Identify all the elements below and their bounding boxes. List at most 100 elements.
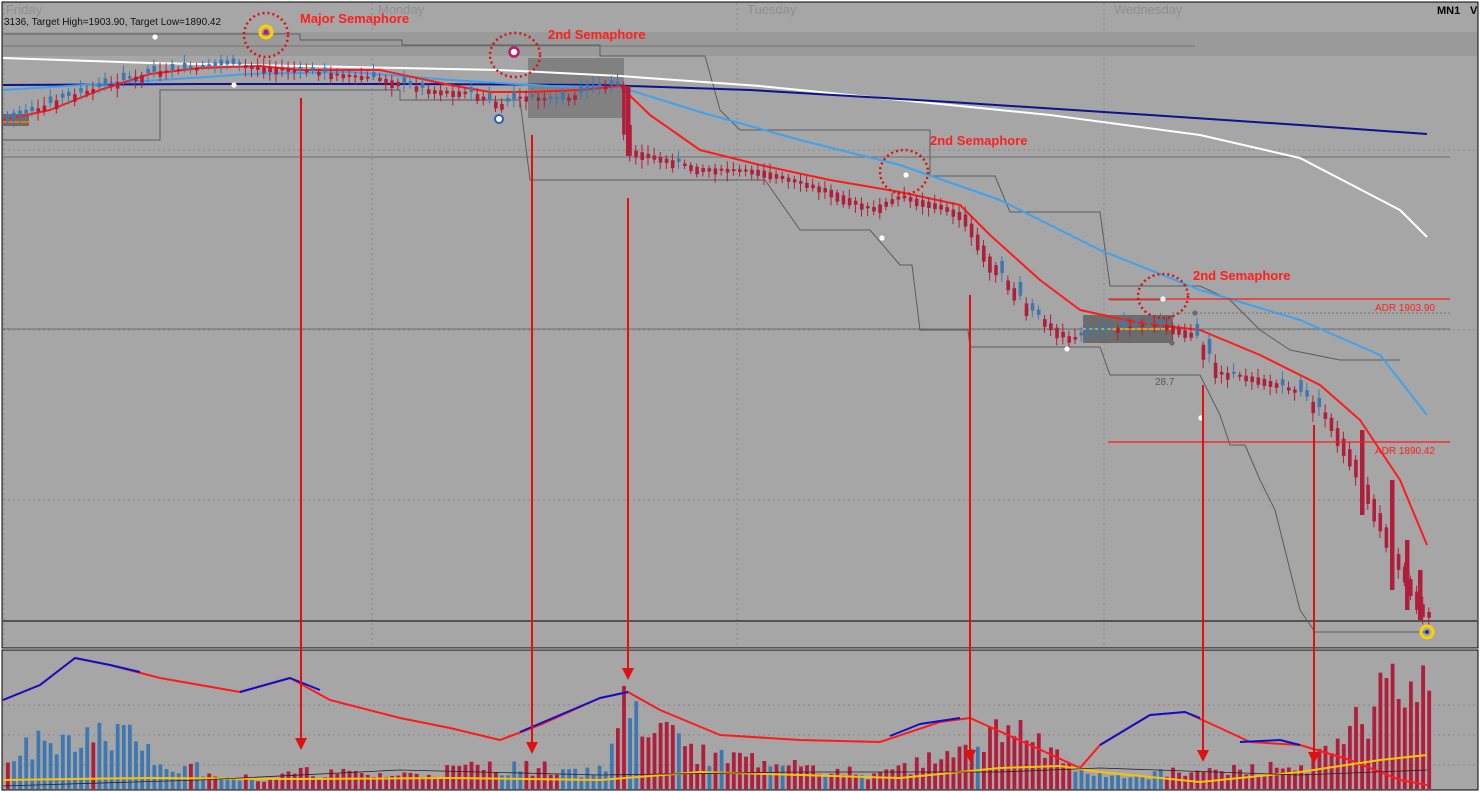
candle-body-701: [701, 168, 705, 172]
volume-bar-476: [475, 764, 480, 789]
candle-body-952: [951, 209, 956, 217]
candle-body-647: [646, 153, 651, 159]
candle-body-848: [847, 198, 852, 206]
candle-body-6: [6, 115, 10, 122]
candle-body-177: [176, 69, 181, 72]
volume-bar-171: [170, 771, 175, 789]
candle-body-1043: [1043, 319, 1047, 327]
candle-body-640: [640, 152, 644, 160]
volume-bar-1403: [1402, 707, 1407, 789]
volume-bar-1025: [1024, 740, 1029, 789]
volume-bar-6: [6, 762, 10, 789]
volume-bar-531: [530, 775, 535, 789]
volume-bar-775: [774, 764, 779, 789]
candle-body-903: [902, 195, 907, 199]
chart-canvas[interactable]: Friday Monday Tuesday Wednesday 3136, Ta…: [0, 0, 1480, 792]
candle-body-1232: [1232, 371, 1236, 374]
candle-body-1427: [1427, 612, 1431, 618]
candle-body-500: [500, 103, 504, 110]
candle-body-720: [719, 168, 724, 171]
candle-body-470: [469, 87, 474, 92]
candle-body-348: [347, 74, 352, 77]
candle-body-256: [256, 66, 260, 70]
volume-bar-848: [847, 766, 852, 789]
volume-bar-708: [707, 766, 712, 789]
timeframe-label: MN1: [1437, 5, 1460, 17]
volume-bar-525: [524, 760, 529, 789]
candle-body-287: [286, 68, 291, 72]
candle-body-104: [103, 78, 108, 86]
candle-body-781: [780, 175, 785, 180]
candle-body-610: [609, 80, 614, 86]
candle-body-1378: [1378, 513, 1383, 532]
candle-body-372: [372, 72, 376, 78]
candle-body-1037: [1036, 309, 1041, 315]
volume-bar-1354: [1354, 706, 1358, 789]
candle-body-1348: [1348, 449, 1352, 467]
candle-body-1269: [1268, 381, 1273, 387]
candle-body-537: [536, 97, 541, 101]
candle-body-244: [243, 65, 248, 69]
volume-bar-244: [243, 774, 248, 789]
candle-body-830: [829, 189, 834, 198]
volume-bar-647: [646, 737, 651, 789]
volume-bar-488: [487, 761, 492, 789]
volume-bar-1055: [1055, 749, 1059, 789]
volume-bar-634: [634, 701, 639, 789]
candle-body-915: [914, 198, 919, 207]
candle-body-384: [384, 79, 388, 84]
candle-body-982: [982, 245, 986, 262]
candle-body-1122: [1122, 320, 1126, 328]
candle-body-476: [475, 94, 480, 101]
candle-body-146: [146, 68, 150, 74]
candle-body-976: [975, 234, 980, 251]
candle-body-433: [433, 90, 437, 94]
candle-body-43: [42, 105, 47, 112]
candle-body-970: [969, 223, 974, 238]
candle-body-189: [189, 66, 193, 69]
volume-bar-49: [48, 743, 53, 789]
candle-body-1019: [1018, 281, 1023, 296]
volume-bar-238: [237, 780, 242, 789]
candle-body-366: [365, 76, 370, 79]
volume-bar-268: [268, 779, 273, 789]
zone-top-band: [3, 32, 1477, 56]
candle-body-409: [408, 80, 413, 85]
candle-body-665: [664, 158, 669, 163]
volume-bar-1208: [1207, 768, 1212, 789]
candle-body-586: [585, 84, 590, 92]
candle-body-506: [506, 97, 510, 102]
candle-body-1202: [1201, 344, 1206, 360]
volume-bar-1281: [1280, 768, 1285, 789]
candle-body-525: [524, 96, 529, 102]
candle-body-634: [634, 150, 638, 158]
volume-bar-1019: [1018, 720, 1023, 789]
candle-body-1165: [1165, 325, 1169, 331]
semaphore-major-core: [263, 29, 269, 35]
adr-high-label: ADR 1903.90: [1375, 303, 1435, 314]
candle-body-1196: [1195, 323, 1200, 336]
candle-body-738: [738, 169, 742, 172]
volume-bar-1128: [1128, 777, 1133, 789]
volume-bar-12: [12, 761, 16, 789]
candle-body-689: [689, 165, 693, 172]
main-pane[interactable]: [1, 1, 1479, 649]
candle-body-964: [963, 214, 968, 227]
volume-bar-67: [67, 735, 71, 789]
volume-bar-250: [250, 779, 254, 789]
candle-body-1128: [1128, 326, 1132, 329]
semaphore-pink: [508, 46, 520, 58]
candle-body-793: [792, 179, 797, 183]
candle-body-396: [396, 81, 400, 87]
candle-body-671: [670, 160, 675, 169]
candle-body-403: [402, 77, 407, 84]
volume-bar-61: [60, 734, 65, 789]
volume-bar-762: [762, 761, 767, 789]
volume-bar-1031: [1030, 742, 1035, 789]
volume-bar-128: [128, 724, 132, 789]
candle-body-213: [213, 62, 217, 66]
candle-body-842: [841, 195, 846, 205]
semaphore-blue: [494, 114, 504, 124]
candle-body-891: [890, 199, 895, 204]
volume-bar-872: [872, 773, 876, 789]
